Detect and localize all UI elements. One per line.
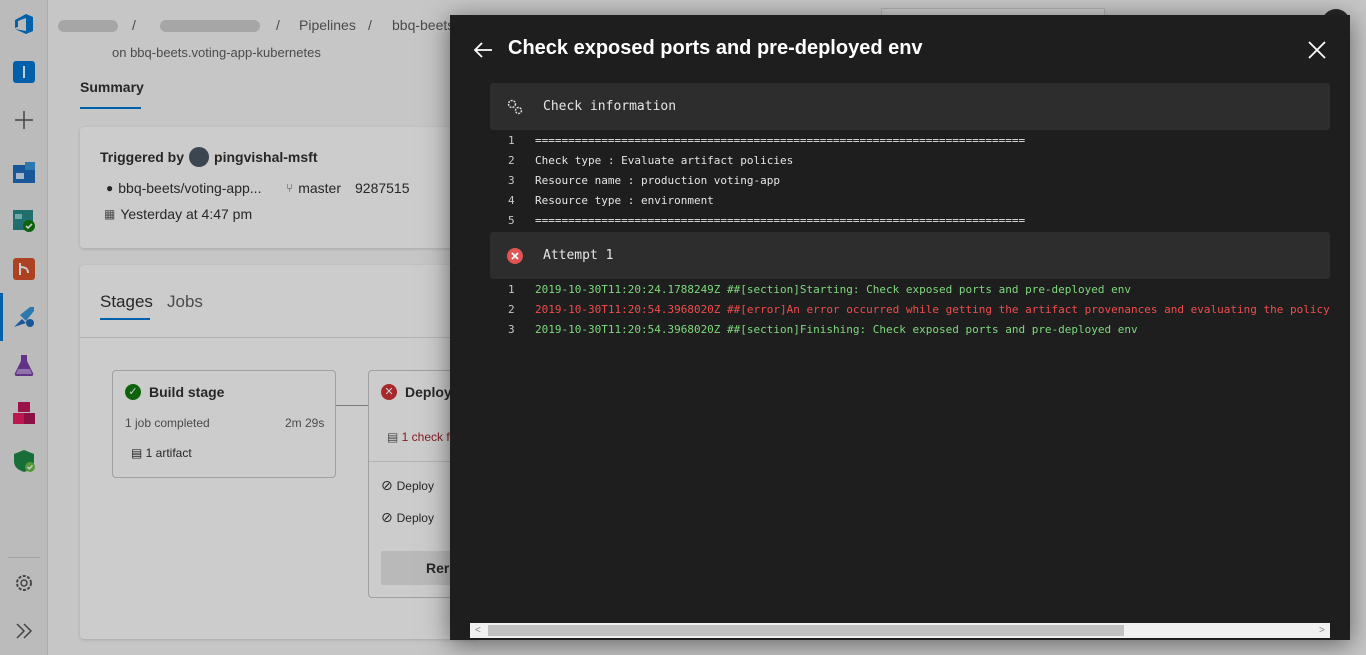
log-line: 5 =======================================… [490,211,1330,231]
line-number: 4 [508,194,515,207]
line-number: 2 [508,303,515,316]
attempt-log: 1 2019-10-30T11:20:24.1788249Z ##[section… [490,280,1330,340]
scrollbar-thumb[interactable] [488,625,1124,636]
error-circle-icon [507,248,523,264]
line-text: ========================================… [535,214,1026,227]
line-text: Check type : Evaluate artifact policies [535,154,794,167]
log-line: 3 Resource name : production voting-app [490,171,1330,191]
close-icon[interactable] [1306,39,1328,61]
section-check-information[interactable]: Check information [490,83,1330,130]
line-text: Resource name : production voting-app [535,174,781,187]
line-text: Resource type : environment [535,194,714,207]
check-details-panel: Check exposed ports and pre-deployed env… [450,15,1350,640]
check-information-log: 1 =======================================… [490,131,1330,231]
line-number: 5 [508,214,515,227]
section-attempt[interactable]: Attempt 1 [490,232,1330,279]
log-line: 2 Check type : Evaluate artifact policies [490,151,1330,171]
log-line: 2 2019-10-30T11:20:54.3968020Z ##[error]A… [490,300,1330,320]
panel-title: Check exposed ports and pre-deployed env [508,37,923,59]
line-text: 2019-10-30T11:20:54.3968020Z ##[section]… [535,323,1138,336]
horizontal-scrollbar[interactable]: < > [470,623,1330,638]
log-line: 4 Resource type : environment [490,191,1330,211]
line-text: 2019-10-30T11:20:24.1788249Z ##[section]… [535,283,1132,296]
log-line: 1 =======================================… [490,131,1330,151]
line-text: ========================================… [535,134,1026,147]
back-arrow-icon[interactable] [472,39,494,61]
line-number: 3 [508,323,515,336]
section-label: Attempt 1 [543,248,614,263]
scroll-left-icon[interactable]: < [475,624,481,637]
line-number: 1 [508,283,515,296]
line-number: 3 [508,174,515,187]
section-label: Check information [543,99,677,114]
line-number: 2 [508,154,515,167]
line-text: 2019-10-30T11:20:54.3968020Z ##[error]An… [535,303,1330,316]
log-line: 1 2019-10-30T11:20:24.1788249Z ##[section… [490,280,1330,300]
line-number: 1 [508,134,515,147]
log-line: 3 2019-10-30T11:20:54.3968020Z ##[section… [490,320,1330,340]
gears-icon [507,99,523,115]
scroll-right-icon[interactable]: > [1319,624,1325,637]
